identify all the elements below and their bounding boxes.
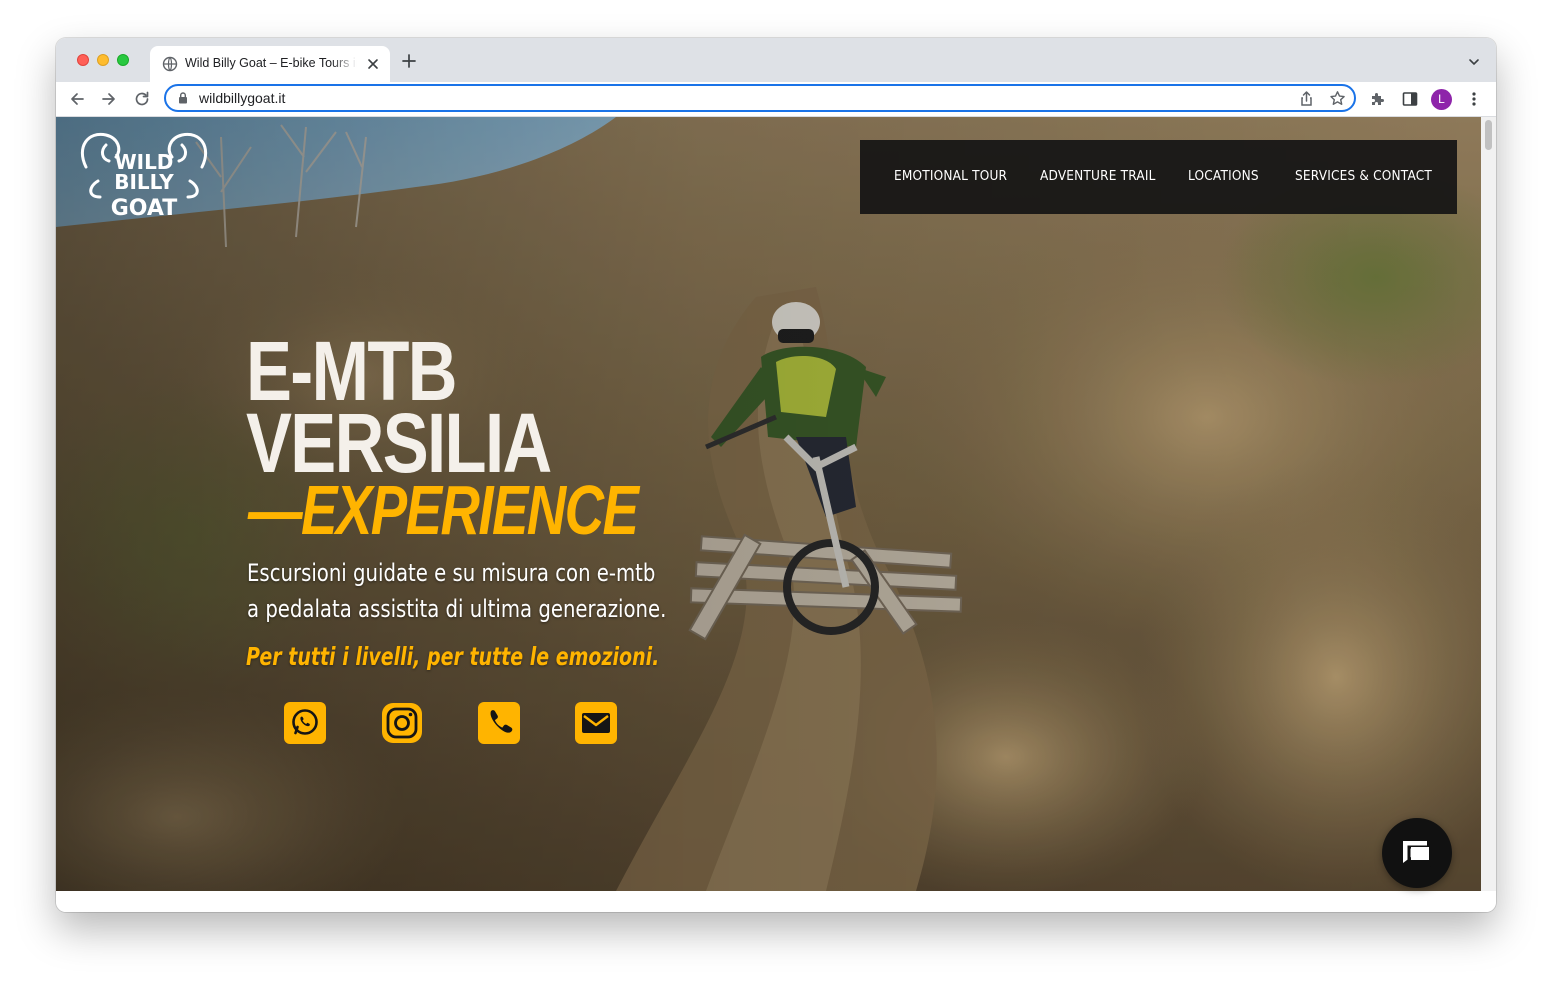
hero-tagline: Per tutti i livelli, per tutte le emozio…: [246, 642, 660, 671]
wild-billy-goat-logo[interactable]: WILD BILLY GOAT: [76, 127, 212, 227]
tab-strip: Wild Billy Goat – E-bike Tours in Versil…: [56, 38, 1496, 82]
maximize-window-button[interactable]: [117, 54, 129, 66]
email-icon[interactable]: [574, 701, 618, 745]
page-scrollbar[interactable]: [1481, 117, 1496, 891]
hero-subtitle-line1: Escursioni guidate e su misura con e-mtb: [247, 559, 656, 587]
reload-icon[interactable]: [133, 90, 151, 108]
browser-tab[interactable]: Wild Billy Goat – E-bike Tours in Versil…: [150, 46, 390, 82]
nav-services-contact[interactable]: SERVICES & CONTACT: [1295, 168, 1432, 184]
lock-icon[interactable]: [176, 91, 190, 105]
url-text[interactable]: wildbillygoat.it: [199, 90, 285, 106]
hero-title-line3: —EXPERIENCE: [248, 471, 639, 549]
profile-avatar[interactable]: L: [1431, 89, 1452, 110]
instagram-icon[interactable]: [380, 701, 424, 745]
nav-adventure-trail[interactable]: ADVENTURE TRAIL: [1040, 168, 1156, 184]
close-window-button[interactable]: [77, 54, 89, 66]
chat-widget-button[interactable]: [1382, 818, 1452, 888]
main-navigation: EMOTIONAL TOUR ADVENTURE TRAIL LOCATIONS…: [860, 140, 1457, 214]
page-viewport: WILD BILLY GOAT EMOTIONAL TOUR ADVENTURE…: [56, 117, 1496, 912]
new-tab-icon[interactable]: [400, 52, 418, 70]
globe-icon: [162, 56, 178, 72]
close-tab-icon[interactable]: [364, 55, 382, 73]
address-bar[interactable]: wildbillygoat.it: [164, 84, 1356, 112]
hero-subtitle-line2: a pedalata assistita di ultima generazio…: [247, 595, 667, 623]
bookmark-star-icon[interactable]: [1329, 90, 1346, 107]
nav-emotional-tour[interactable]: EMOTIONAL TOUR: [894, 168, 1007, 184]
scrollbar-thumb[interactable]: [1485, 120, 1492, 150]
svg-text:BILLY: BILLY: [114, 170, 174, 194]
chat-bubble-icon: [1403, 841, 1433, 869]
whatsapp-icon[interactable]: [283, 701, 327, 745]
nav-locations[interactable]: LOCATIONS: [1188, 168, 1259, 184]
hero-section: WILD BILLY GOAT EMOTIONAL TOUR ADVENTURE…: [56, 117, 1481, 891]
browser-window: Wild Billy Goat – E-bike Tours in Versil…: [56, 38, 1496, 912]
side-panel-icon[interactable]: [1401, 90, 1419, 108]
forward-arrow-icon[interactable]: [100, 90, 118, 108]
kebab-menu-icon[interactable]: [1465, 90, 1483, 108]
browser-toolbar: wildbillygoat.it L: [56, 82, 1496, 117]
chevron-down-icon[interactable]: [1466, 54, 1482, 70]
minimize-window-button[interactable]: [97, 54, 109, 66]
svg-text:GOAT: GOAT: [111, 196, 178, 221]
phone-icon[interactable]: [477, 701, 521, 745]
extensions-puzzle-icon[interactable]: [1369, 90, 1387, 108]
back-arrow-icon[interactable]: [68, 90, 86, 108]
share-icon[interactable]: [1298, 90, 1315, 107]
tab-title: Wild Billy Goat – E-bike Tours in Versil…: [185, 56, 357, 70]
